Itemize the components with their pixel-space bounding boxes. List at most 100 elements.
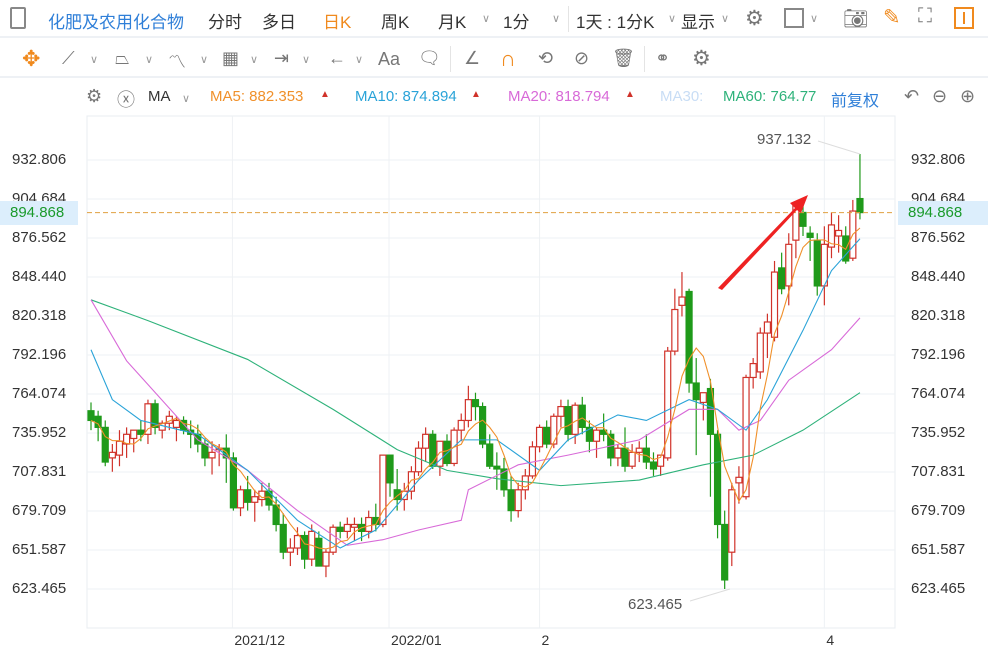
candle-body xyxy=(236,489,245,509)
candle xyxy=(471,392,480,421)
candle xyxy=(108,444,116,472)
candle-body xyxy=(286,547,294,553)
candle xyxy=(642,434,650,469)
candle xyxy=(286,538,294,567)
candle-body xyxy=(172,419,181,428)
candle-body xyxy=(735,476,743,484)
candle-body xyxy=(721,523,729,581)
candle-body xyxy=(763,321,772,334)
candle xyxy=(251,489,259,522)
x-tick-label: 2022/01 xyxy=(391,632,442,648)
candle-body xyxy=(806,232,814,238)
y-tick-label: 848.440 xyxy=(911,268,966,285)
candle-body xyxy=(699,392,707,404)
candle-body xyxy=(713,433,722,526)
candle xyxy=(585,420,594,453)
candle xyxy=(479,402,487,449)
candle xyxy=(236,485,245,517)
candle xyxy=(785,233,793,306)
candle xyxy=(728,482,736,567)
candle-body xyxy=(443,440,451,465)
candle xyxy=(115,430,124,467)
candle xyxy=(507,475,515,522)
candle-body xyxy=(635,447,643,453)
y-tick-label: 848.440 xyxy=(12,268,67,285)
red-arrow-icon xyxy=(718,195,808,290)
candle-body xyxy=(464,399,472,422)
y-tick-label: 651.587 xyxy=(911,540,966,558)
candle-body xyxy=(422,433,430,449)
candle xyxy=(713,430,722,539)
candle xyxy=(543,420,551,449)
y-tick-label: 820.318 xyxy=(12,307,67,324)
candle xyxy=(293,527,302,555)
candle-body xyxy=(293,534,302,549)
candle xyxy=(749,358,757,389)
candle-body xyxy=(144,403,152,435)
candle xyxy=(301,531,309,569)
candle-body xyxy=(756,332,764,373)
candle-body xyxy=(493,465,501,470)
candle xyxy=(457,413,465,442)
candle xyxy=(614,444,622,467)
candle-body xyxy=(535,426,544,448)
candle-body xyxy=(507,489,515,512)
candle xyxy=(685,288,693,393)
candle xyxy=(564,399,572,442)
candle xyxy=(671,288,679,356)
current-price-label-right: 894.868 xyxy=(898,201,988,225)
candle-body xyxy=(692,382,700,401)
candle-body xyxy=(678,296,686,306)
candle xyxy=(621,427,629,472)
y-tick-label: 792.196 xyxy=(12,346,67,363)
candle xyxy=(721,510,729,589)
candle xyxy=(763,313,772,359)
current-price-label-left: 894.868 xyxy=(0,201,78,225)
candle xyxy=(678,272,686,317)
y-tick-label: 651.587 xyxy=(12,540,67,558)
candle-body xyxy=(614,447,622,459)
candle-body xyxy=(834,229,843,237)
candle-body xyxy=(272,504,280,526)
candle xyxy=(336,521,344,539)
candle xyxy=(827,212,836,259)
candle xyxy=(856,154,864,220)
candle xyxy=(101,420,109,467)
candle-body xyxy=(322,551,330,567)
candle-body xyxy=(621,447,629,467)
y-tick-label: 932.806 xyxy=(12,151,67,168)
max-price-label: 937.132 xyxy=(757,131,812,148)
candle-body xyxy=(365,516,373,532)
candle-body xyxy=(550,415,558,445)
candle-body xyxy=(251,496,259,503)
candle xyxy=(379,454,387,528)
candle xyxy=(322,549,330,578)
candle xyxy=(521,468,529,500)
y-tick-label: 792.196 xyxy=(911,346,966,363)
candle-body xyxy=(557,405,565,417)
candle-body xyxy=(108,451,116,459)
candle xyxy=(464,385,472,428)
candle xyxy=(493,452,501,490)
candle xyxy=(756,327,764,379)
candle-body xyxy=(820,243,828,287)
candle-body xyxy=(685,290,693,384)
candle-body xyxy=(728,489,736,553)
candle xyxy=(592,427,601,458)
candle xyxy=(635,441,643,463)
y-tick-label: 764.074 xyxy=(911,385,966,402)
candle-body xyxy=(115,440,124,456)
candle-body xyxy=(94,415,102,428)
candle xyxy=(557,399,565,428)
candle-body xyxy=(137,429,145,435)
candle xyxy=(500,457,508,497)
candle-body xyxy=(486,443,494,467)
y-tick-label: 707.831 xyxy=(911,462,966,480)
min-price-label: 623.465 xyxy=(628,596,683,613)
y-tick-label: 707.831 xyxy=(12,462,67,480)
candle xyxy=(514,482,522,518)
candlestick-chart[interactable] xyxy=(0,0,988,659)
candle-body xyxy=(457,419,465,431)
candle-body xyxy=(386,454,394,484)
plot-border xyxy=(86,115,896,629)
